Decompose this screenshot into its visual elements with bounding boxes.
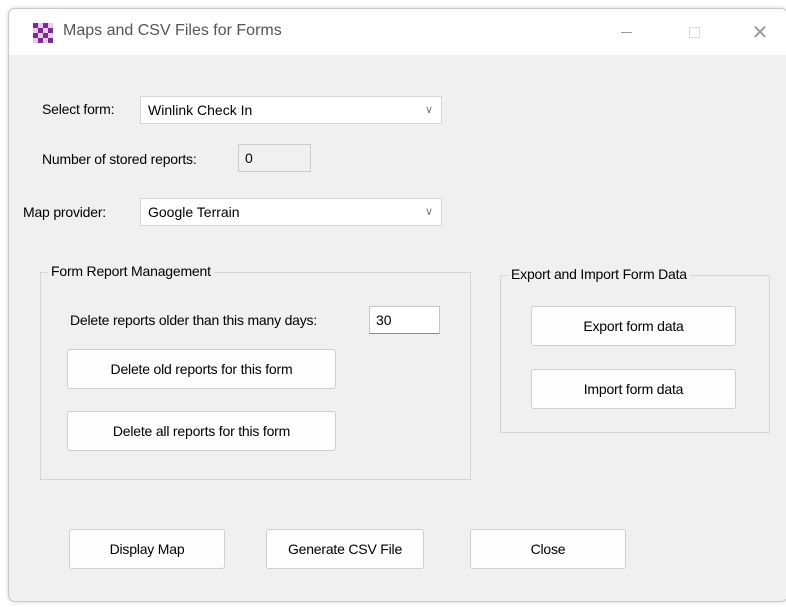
generate-csv-button[interactable]: Generate CSV File xyxy=(266,529,424,569)
delete-days-label: Delete reports older than this many days… xyxy=(70,312,318,328)
title-bar[interactable]: Maps and CSV Files for Forms ✕ xyxy=(9,9,786,55)
export-import-title: Export and Import Form Data xyxy=(508,266,690,282)
close-icon: ✕ xyxy=(751,21,769,44)
chevron-down-icon: ∨ xyxy=(424,104,433,116)
maximize-button xyxy=(671,9,717,55)
select-form-value: Winlink Check In xyxy=(148,102,253,118)
map-provider-dropdown[interactable]: Google Terrain ∨ xyxy=(140,198,442,226)
delete-all-reports-button[interactable]: Delete all reports for this form xyxy=(67,411,336,451)
checkerboard-app-icon xyxy=(33,23,53,43)
export-form-data-button[interactable]: Export form data xyxy=(531,306,736,346)
maps-csv-dialog: Maps and CSV Files for Forms ✕ Select fo… xyxy=(8,8,786,602)
select-form-label: Select form: xyxy=(42,101,115,117)
map-provider-value: Google Terrain xyxy=(148,204,240,220)
form-report-management-title: Form Report Management xyxy=(48,263,214,279)
close-window-button[interactable]: ✕ xyxy=(745,9,775,55)
stored-reports-label: Number of stored reports: xyxy=(42,151,197,167)
chevron-down-icon: ∨ xyxy=(424,206,433,218)
import-form-data-button[interactable]: Import form data xyxy=(531,369,736,409)
delete-days-input[interactable]: 30 xyxy=(369,306,440,334)
display-map-button[interactable]: Display Map xyxy=(69,529,225,569)
stored-reports-field: 0 xyxy=(238,144,311,172)
window-title: Maps and CSV Files for Forms xyxy=(63,22,282,39)
minimize-button[interactable] xyxy=(603,9,649,55)
map-provider-label: Map provider: xyxy=(23,204,106,220)
minimize-icon xyxy=(620,31,632,33)
select-form-dropdown[interactable]: Winlink Check In ∨ xyxy=(140,96,442,124)
export-import-group: Export and Import Form Data xyxy=(500,266,770,433)
close-button[interactable]: Close xyxy=(470,529,626,569)
delete-old-reports-button[interactable]: Delete old reports for this form xyxy=(67,349,336,389)
maximize-icon xyxy=(688,26,700,38)
